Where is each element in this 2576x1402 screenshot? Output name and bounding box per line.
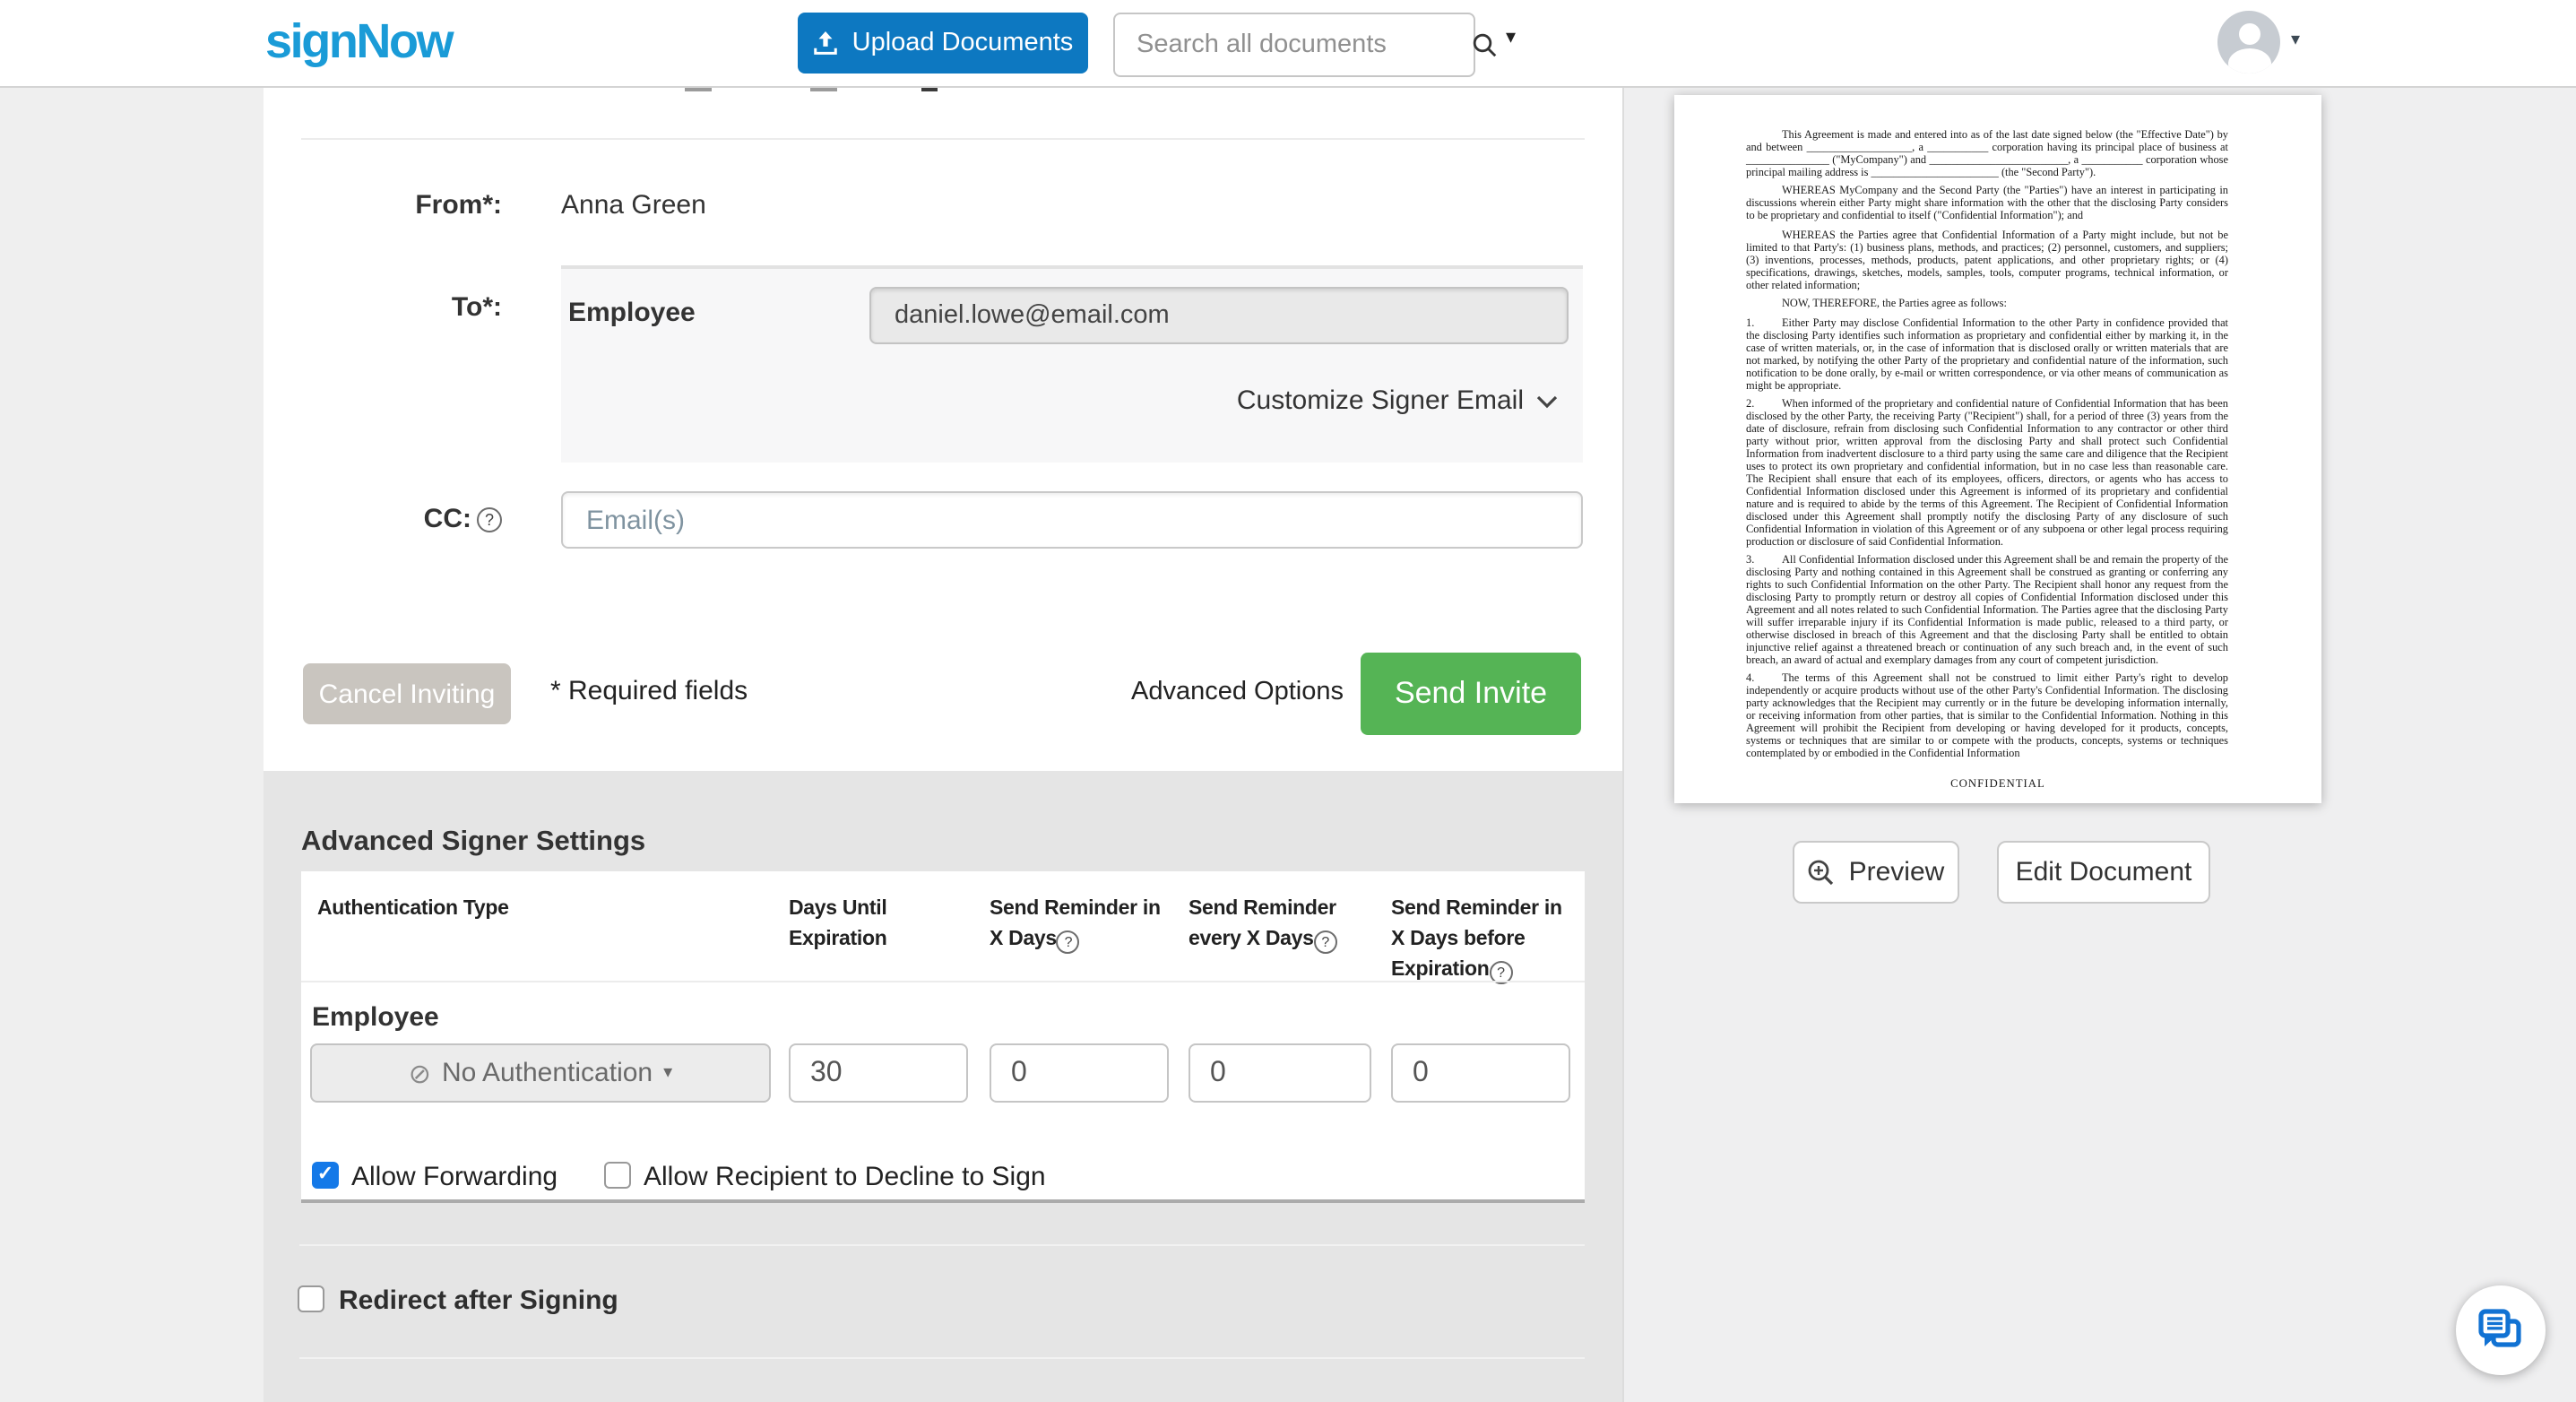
customize-signer-email-label: Customize Signer Email xyxy=(1237,385,1524,416)
avatar[interactable] xyxy=(2217,11,2280,74)
redirect-after-signing-checkbox[interactable] xyxy=(298,1285,324,1312)
search-input[interactable] xyxy=(1115,14,1472,75)
send-invite-button[interactable]: Send Invite xyxy=(1361,653,1581,735)
edit-document-button-label: Edit Document xyxy=(2016,857,2192,887)
top-divider xyxy=(301,138,1585,140)
upload-documents-button[interactable]: Upload Documents xyxy=(798,13,1088,74)
signer-email-input[interactable] xyxy=(869,287,1569,344)
preview-button[interactable]: Preview xyxy=(1793,841,1959,904)
advanced-signer-settings-title: Advanced Signer Settings xyxy=(301,826,645,859)
cc-emails-input[interactable] xyxy=(561,491,1583,549)
to-label: To*: xyxy=(305,292,502,323)
edit-document-button[interactable]: Edit Document xyxy=(1997,841,2210,904)
account-menu-caret-icon[interactable]: ▾ xyxy=(2291,30,2300,50)
allow-decline-label: Allow Recipient to Decline to Sign xyxy=(644,1162,1046,1192)
preview-button-label: Preview xyxy=(1849,857,1945,887)
send-reminder-in-x-days-input[interactable] xyxy=(990,1043,1169,1103)
column-days-until-expiration: Days Until Expiration xyxy=(789,895,990,986)
required-fields-note: * Required fields xyxy=(550,676,748,706)
advanced-signer-settings-section: Advanced Signer Settings Authentication … xyxy=(264,771,1622,1402)
cc-label: CC: ? xyxy=(305,504,502,534)
allow-forwarding-checkbox[interactable]: ✓ xyxy=(312,1162,339,1189)
search-options-caret-icon[interactable]: ▾ xyxy=(1506,25,1516,48)
chat-icon xyxy=(2476,1305,2526,1355)
upload-icon xyxy=(813,30,840,56)
signer-settings-table: Authentication Type Days Until Expiratio… xyxy=(301,871,1585,1203)
avatar-body-shape xyxy=(2227,48,2270,74)
customize-signer-email-link[interactable]: Customize Signer Email xyxy=(561,385,1558,416)
column-send-reminder-before-expiration: Send Reminder in X Days before Expiratio… xyxy=(1391,895,1585,986)
upload-button-label: Upload Documents xyxy=(852,29,1074,57)
section-divider xyxy=(299,1357,1585,1359)
no-authentication-icon: ⊘ xyxy=(409,1057,431,1089)
search-icon[interactable] xyxy=(1472,31,1499,58)
page: signNow Upload Documents ▾ xyxy=(0,0,2576,1402)
support-chat-button[interactable] xyxy=(2456,1285,2546,1375)
redirect-after-signing-label: Redirect after Signing xyxy=(339,1285,618,1316)
authentication-type-dropdown[interactable]: ⊘ No Authentication ▾ xyxy=(310,1043,771,1103)
advanced-options-link[interactable]: Advanced Options xyxy=(1131,678,1344,706)
signnow-logo[interactable]: signNow xyxy=(265,14,452,70)
reminder-help-icon[interactable]: ? xyxy=(1057,930,1080,954)
top-navbar: signNow Upload Documents ▾ xyxy=(0,0,2576,88)
signer-row-name: Employee xyxy=(312,1002,439,1033)
zoom-in-icon xyxy=(1808,858,1837,887)
allow-decline-checkbox[interactable] xyxy=(604,1162,631,1189)
send-reminder-every-x-days-input[interactable] xyxy=(1189,1043,1371,1103)
caret-down-icon: ▾ xyxy=(663,1063,672,1083)
signer-role-label: Employee xyxy=(568,298,696,328)
cc-label-text: CC: xyxy=(424,504,471,534)
from-label: From*: xyxy=(305,190,502,221)
chevron-down-icon xyxy=(1524,385,1558,416)
table-header-divider xyxy=(301,981,1585,982)
document-body: This Agreement is made and entered into … xyxy=(1674,95,2321,762)
days-until-expiration-input[interactable] xyxy=(789,1043,968,1103)
authentication-type-value: No Authentication xyxy=(442,1058,653,1088)
column-authentication-type: Authentication Type xyxy=(317,895,789,986)
document-thumbnail[interactable]: This Agreement is made and entered into … xyxy=(1674,95,2321,803)
search-box xyxy=(1113,13,1475,77)
column-send-reminder-in-x-days: Send Reminder in X Days? xyxy=(990,895,1189,986)
from-value: Anna Green xyxy=(561,190,706,221)
avatar-head-shape xyxy=(2238,22,2260,44)
allow-forwarding-label: Allow Forwarding xyxy=(351,1162,558,1192)
document-footer: CONFIDENTIAL xyxy=(1674,778,2321,791)
section-divider xyxy=(299,1244,1585,1246)
send-reminder-before-expiration-input[interactable] xyxy=(1391,1043,1570,1103)
invite-form-card: From*: Anna Green To*: Employee Customiz… xyxy=(264,86,1622,1402)
cancel-inviting-button[interactable]: Cancel Inviting xyxy=(303,663,511,724)
column-send-reminder-every-x-days: Send Reminder every X Days? xyxy=(1189,895,1391,986)
reminder-help-icon[interactable]: ? xyxy=(1314,930,1337,954)
settings-table-header: Authentication Type Days Until Expiratio… xyxy=(301,871,1585,986)
cc-help-icon[interactable]: ? xyxy=(477,506,502,532)
